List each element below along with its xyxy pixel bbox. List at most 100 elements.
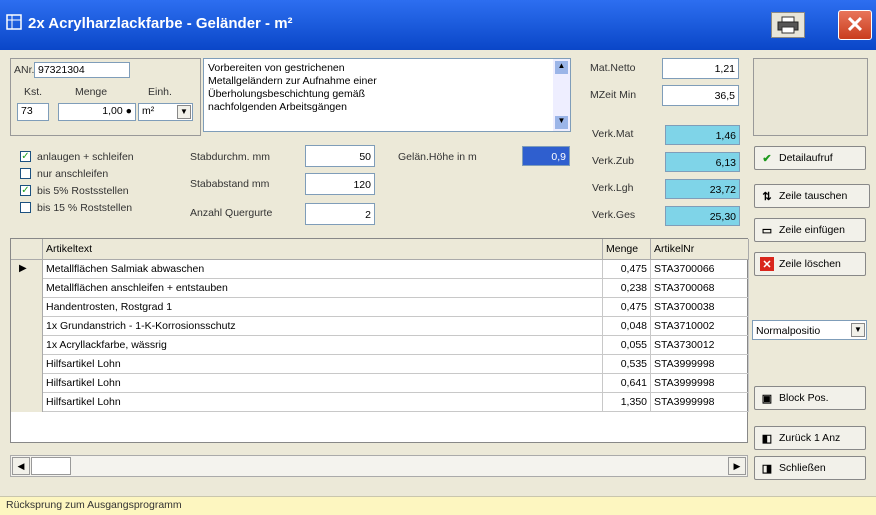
stabdurchm-label: Stabdurchm. mm: [190, 151, 270, 163]
cell-menge[interactable]: 0,055: [603, 336, 651, 355]
stababstand-label: Stababstand mm: [190, 178, 270, 190]
row-selector[interactable]: [11, 279, 43, 298]
chevron-down-icon[interactable]: ▼: [851, 323, 865, 337]
zurueck-label: Zurück 1 Anz: [779, 432, 841, 444]
table-row[interactable]: Hilfsartikel Lohn 0,641 STA3999998: [11, 374, 749, 393]
checkmark-icon: ✔: [762, 152, 772, 165]
cell-artikelnr[interactable]: STA3999998: [651, 374, 749, 393]
verk-ges-value: 25,30: [665, 206, 740, 226]
quergurte-input[interactable]: 2: [305, 203, 375, 225]
window-title: 2x Acrylharzlackfarbe - Geländer - m²: [28, 15, 293, 32]
cell-menge[interactable]: 0,238: [603, 279, 651, 298]
description-scrollbar[interactable]: ▲ ▼: [553, 59, 570, 131]
scroll-left-icon[interactable]: ◀: [12, 457, 30, 475]
row-selector[interactable]: [11, 374, 43, 393]
cell-artikelnr[interactable]: STA3999998: [651, 393, 749, 412]
scroll-thumb[interactable]: [31, 457, 71, 475]
verk-lgh-label: Verk.Lgh: [592, 182, 634, 194]
row-selector[interactable]: ▶: [11, 260, 43, 279]
position-type-select[interactable]: Normalpositio ▼: [752, 320, 867, 340]
cell-artikelnr[interactable]: STA3700068: [651, 279, 749, 298]
block-icon: ▣: [761, 392, 773, 405]
checkbox-anschleifen[interactable]: [20, 168, 31, 179]
quergurte-label: Anzahl Quergurte: [190, 207, 273, 219]
delete-row-icon: ✕: [760, 257, 774, 271]
cell-menge[interactable]: 0,535: [603, 355, 651, 374]
verk-zub-label: Verk.Zub: [592, 155, 635, 167]
row-selector[interactable]: [11, 393, 43, 412]
checkbox-rost15-label: bis 15 % Roststellen: [37, 202, 133, 214]
table-row[interactable]: Hilfsartikel Lohn 0,535 STA3999998: [11, 355, 749, 374]
kst-input[interactable]: 73: [17, 103, 49, 121]
row-selector[interactable]: [11, 336, 43, 355]
cell-menge[interactable]: 0,475: [603, 260, 651, 279]
cell-artikelnr[interactable]: STA3710002: [651, 317, 749, 336]
checkbox-anlaugen[interactable]: ✓: [20, 151, 31, 162]
cell-artikeltext[interactable]: 1x Grundanstrich - 1-K-Korrosionsschutz: [43, 317, 603, 336]
chevron-down-icon[interactable]: ▼: [177, 105, 191, 119]
matnetto-input[interactable]: 1,21: [662, 58, 739, 79]
stabdurchm-input[interactable]: 50: [305, 145, 375, 167]
block-pos-label: Block Pos.: [779, 392, 829, 404]
verk-ges-label: Verk.Ges: [592, 209, 636, 221]
matnetto-label: Mat.Netto: [590, 62, 636, 74]
scroll-up-icon[interactable]: ▲: [555, 61, 568, 74]
close-button[interactable]: ✕: [838, 10, 872, 40]
cell-artikeltext[interactable]: 1x Acryllackfarbe, wässrig: [43, 336, 603, 355]
cell-artikeltext[interactable]: Hilfsartikel Lohn: [43, 393, 603, 412]
zurueck-button[interactable]: ◧ Zurück 1 Anz: [754, 426, 866, 450]
cell-artikeltext[interactable]: Metallflächen anschleifen + entstauben: [43, 279, 603, 298]
zeile-loeschen-button[interactable]: ✕ Zeile löschen: [754, 252, 866, 276]
description-textarea[interactable]: Vorbereiten von gestrichenen Metallgelän…: [203, 58, 571, 132]
cell-artikelnr[interactable]: STA3700066: [651, 260, 749, 279]
detailaufruf-button[interactable]: ✔ Detailaufruf: [754, 146, 866, 170]
einh-label: Einh.: [148, 86, 172, 98]
table-row[interactable]: Handentrosten, Rostgrad 1 0,475 STA3700038: [11, 298, 749, 317]
mzeit-input[interactable]: 36,5: [662, 85, 739, 106]
cell-artikeltext[interactable]: Handentrosten, Rostgrad 1: [43, 298, 603, 317]
einh-select[interactable]: m² ▼: [138, 103, 193, 121]
row-selector[interactable]: [11, 298, 43, 317]
row-selector[interactable]: [11, 317, 43, 336]
cell-artikelnr[interactable]: STA3730012: [651, 336, 749, 355]
detailaufruf-label: Detailaufruf: [779, 152, 833, 164]
table-row[interactable]: ▶ Metallflächen Salmiak abwaschen 0,475 STA…: [11, 260, 749, 279]
table-row[interactable]: 1x Grundanstrich - 1-K-Korrosionsschutz 0…: [11, 317, 749, 336]
checkbox-rost15[interactable]: [20, 202, 31, 213]
back-icon: ◧: [761, 432, 773, 445]
header-menge[interactable]: Menge: [603, 239, 651, 260]
row-selector[interactable]: [11, 355, 43, 374]
header-artikelnr[interactable]: ArtikelNr: [651, 239, 749, 260]
print-button[interactable]: [771, 12, 805, 38]
artnr-input[interactable]: 97321304: [34, 62, 130, 78]
table-row[interactable]: 1x Acryllackfarbe, wässrig 0,055 STA373001…: [11, 336, 749, 355]
kst-label: Kst.: [24, 86, 43, 98]
cell-artikeltext[interactable]: Metallflächen Salmiak abwaschen: [43, 260, 603, 279]
cell-menge[interactable]: 0,048: [603, 317, 651, 336]
scroll-right-icon[interactable]: ▶: [728, 457, 746, 475]
cell-menge[interactable]: 1,350: [603, 393, 651, 412]
cell-artikeltext[interactable]: Hilfsartikel Lohn: [43, 355, 603, 374]
block-pos-button[interactable]: ▣ Block Pos.: [754, 386, 866, 410]
cell-artikeltext[interactable]: Hilfsartikel Lohn: [43, 374, 603, 393]
gelhoehe-input[interactable]: 0,9: [522, 146, 570, 166]
cell-artikelnr[interactable]: STA3999998: [651, 355, 749, 374]
cell-menge[interactable]: 0,641: [603, 374, 651, 393]
cell-artikelnr[interactable]: STA3700038: [651, 298, 749, 317]
table-horizontal-scrollbar[interactable]: ◀ ▶: [10, 455, 748, 477]
verk-zub-value: 6,13: [665, 152, 740, 172]
checkbox-rost5[interactable]: ✓: [20, 185, 31, 196]
position-type-value: Normalpositio: [756, 325, 821, 337]
cell-menge[interactable]: 0,475: [603, 298, 651, 317]
menge-input[interactable]: 1,00 ●: [58, 103, 136, 121]
zeile-einfuegen-button[interactable]: ▭ Zeile einfügen: [754, 218, 866, 242]
header-artikeltext[interactable]: Artikeltext: [43, 239, 603, 260]
stababstand-input[interactable]: 120: [305, 173, 375, 195]
table-row[interactable]: Metallflächen anschleifen + entstauben 0,…: [11, 279, 749, 298]
table-row[interactable]: Hilfsartikel Lohn 1,350 STA3999998: [11, 393, 749, 412]
schliessen-button[interactable]: ◨ Schließen: [754, 456, 866, 480]
zeile-tauschen-button[interactable]: ⇅ Zeile tauschen: [754, 184, 870, 208]
scroll-down-icon[interactable]: ▼: [555, 116, 568, 129]
schliessen-label: Schließen: [779, 462, 826, 474]
checkbox-rost5-label: bis 5% Rostsstellen: [37, 185, 129, 197]
